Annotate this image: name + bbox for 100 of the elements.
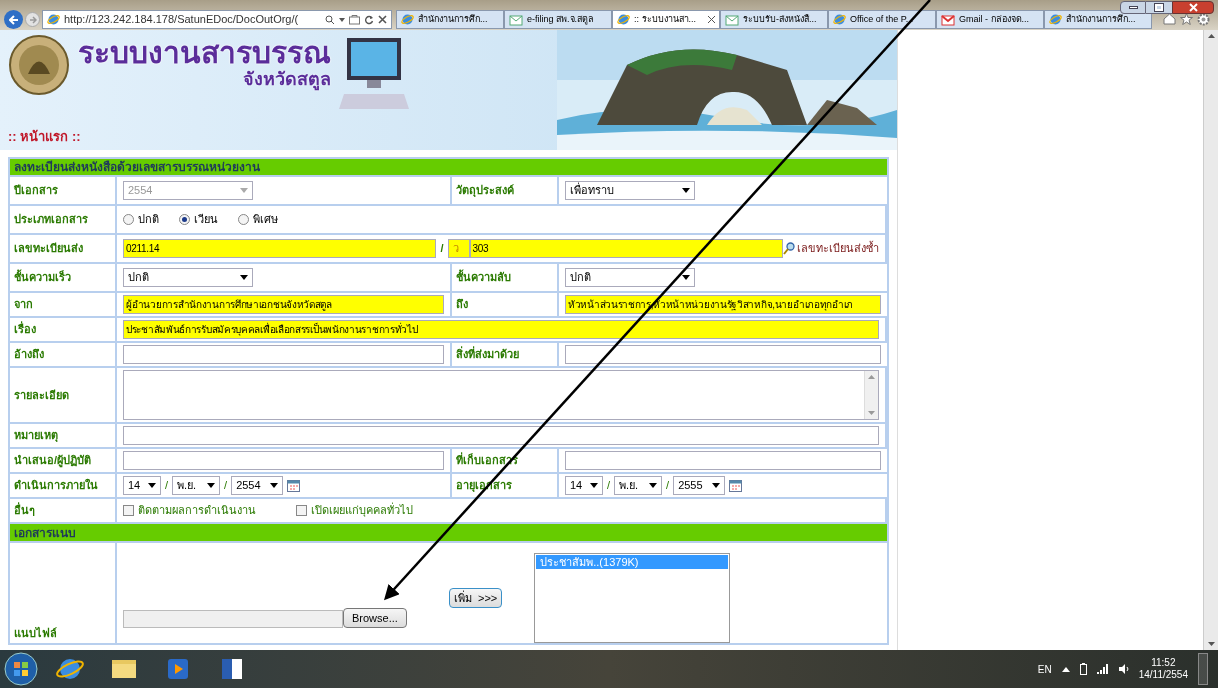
field-label: ประเภทเอกสาร [14, 212, 88, 228]
dropdown[interactable]: 2555 [673, 476, 726, 495]
browser-tab[interactable]: สำนักงานการศึก... [1044, 10, 1152, 29]
close-icon[interactable] [708, 16, 715, 23]
browser-tab[interactable]: :: ระบบงานสา... [612, 10, 720, 29]
site-subtitle: จังหวัดสตูล [243, 68, 331, 91]
radio-button[interactable] [123, 214, 134, 225]
field-label: สิ่งที่ส่งมาด้วย [456, 346, 519, 363]
radio-button[interactable] [238, 214, 249, 225]
search-icon[interactable] [325, 14, 335, 25]
checkbox[interactable] [123, 505, 134, 516]
caret-icon [682, 188, 690, 193]
radio-button[interactable] [179, 214, 190, 225]
field-label: อื่นๆ [14, 502, 35, 519]
text-field[interactable]: ผู้อำนวยการสำนักงานการศึกษาเอกชนจังหวัดสตูล [123, 295, 444, 314]
globe-icon [1049, 13, 1062, 26]
dropdown[interactable]: พ.ย. [614, 476, 663, 495]
field-label: อ้างถึง [14, 347, 44, 363]
field-label: จาก [14, 297, 33, 313]
caret-icon [649, 483, 658, 488]
caret-icon [240, 188, 248, 193]
star-icon[interactable] [1180, 13, 1193, 25]
up-arrow-icon[interactable] [1061, 666, 1070, 672]
separator-text: / [165, 478, 169, 494]
dropdown[interactable]: พ.ย. [172, 476, 221, 495]
address-bar[interactable]: http://123.242.184.178/SatunEDoc/DocOutOrg/( [42, 10, 392, 29]
caret-icon [240, 275, 248, 280]
settings-icon[interactable] [1197, 13, 1210, 26]
home-link[interactable]: :: หน้าแรก :: [8, 126, 409, 146]
radio-option[interactable]: เวียน [179, 211, 218, 228]
start-button[interactable] [4, 652, 38, 686]
site-title: ระบบงานสารบรรณ [78, 38, 331, 68]
field-label: ปีเอกสาร [14, 183, 58, 199]
clock-time[interactable]: 11:52 [1151, 656, 1176, 669]
envelope-icon [725, 13, 739, 26]
caret-icon [207, 483, 216, 488]
section-title: เอกสารแนบ [14, 524, 76, 542]
refresh-icon[interactable] [364, 14, 374, 25]
calendar-icon[interactable] [729, 479, 743, 492]
show-desktop-button[interactable] [1198, 653, 1208, 685]
browse-button[interactable]: Browse... [343, 608, 407, 628]
checkbox-option[interactable]: เปิดเผยแก่บุคคลทั่วไป [296, 502, 413, 519]
clock-date[interactable]: 14/11/2554 [1138, 669, 1188, 682]
globe-icon [617, 13, 630, 26]
field-label: ชั้นความเร็ว [14, 269, 71, 286]
compatibility-icon[interactable] [349, 14, 360, 25]
radio-option[interactable]: พิเศษ [238, 211, 278, 228]
browser-tab[interactable]: ระบบรับ-ส่งหนังสื... [720, 10, 828, 29]
browser-tab[interactable]: e-filing สพ.จ.สตูล [504, 10, 612, 29]
caret-icon[interactable] [339, 17, 345, 22]
checkbox[interactable] [296, 505, 307, 516]
calendar-icon[interactable] [287, 479, 301, 492]
dropdown[interactable]: ปกติ [123, 268, 253, 287]
separator-text: / [666, 478, 670, 494]
dropdown[interactable]: ปกติ [565, 268, 695, 287]
down-arrow-icon[interactable] [1207, 642, 1215, 646]
dropdown[interactable]: เพื่อทราบ [565, 181, 695, 200]
text-field[interactable] [123, 426, 879, 445]
checkbox-option[interactable]: ติดตามผลการดำเนินงาน [123, 502, 256, 519]
close-button[interactable] [1172, 1, 1214, 14]
signal-icon[interactable] [1096, 664, 1109, 674]
battery-icon[interactable] [1079, 663, 1087, 675]
radio-option[interactable]: ปกติ [123, 211, 159, 228]
globe-icon [833, 13, 846, 26]
text-field[interactable]: 0211.14 [123, 239, 437, 258]
volume-icon[interactable] [1118, 664, 1129, 674]
field-label: ชั้นความลับ [456, 269, 511, 286]
browser-tab[interactable]: สำนักงานการศึก... [396, 10, 504, 29]
restore-button[interactable] [1146, 1, 1172, 14]
caret-icon [270, 483, 279, 488]
dropdown[interactable]: 14 [123, 476, 161, 495]
field-label: ดำเนินการภายใน [14, 477, 98, 494]
caret-icon [148, 483, 156, 488]
page-scrollbar[interactable] [1203, 30, 1218, 650]
minimize-button[interactable] [1120, 1, 1146, 14]
dropdown[interactable]: 14 [565, 476, 603, 495]
home-icon[interactable] [1163, 13, 1176, 25]
field-label: รายละเอียด [14, 387, 69, 403]
dropdown[interactable]: 2554 [231, 476, 284, 495]
back-arrow-icon[interactable] [8, 14, 19, 25]
text-field[interactable]: ประชาสัมพันธ์การรับสมัครบุคคลเพื่อเลือกสรรเป็นพนักงานราชการทั่วไป [123, 320, 879, 339]
text-field[interactable] [123, 345, 444, 364]
separator-text: / [439, 241, 445, 257]
add-button[interactable]: เพิ่ม >>> [448, 588, 503, 608]
up-arrow-icon[interactable] [1207, 34, 1215, 38]
language-indicator[interactable]: EN [1037, 661, 1052, 677]
text-field[interactable]: 303 [469, 239, 783, 258]
form-title: ลงทะเบียนส่งหนังสือด้วยเลขสารบรรณหน่วยงาน [14, 159, 260, 176]
text-field[interactable] [565, 345, 881, 364]
stop-icon[interactable] [378, 15, 387, 24]
text-field[interactable] [565, 451, 881, 470]
back-button[interactable] [4, 10, 23, 29]
caret-icon [712, 483, 721, 488]
duplicate-number-link[interactable]: เลขทะเบียนส่งซ้ำ [797, 240, 879, 257]
field-label: หมายเหตุ [14, 428, 58, 444]
browser-tab[interactable]: Gmail - กล่องจด... [936, 10, 1044, 29]
file-path-field[interactable] [123, 610, 343, 628]
seal-icon [8, 34, 70, 96]
field-label: เลขทะเบียนส่ง [14, 241, 83, 257]
text-field[interactable] [123, 451, 444, 470]
